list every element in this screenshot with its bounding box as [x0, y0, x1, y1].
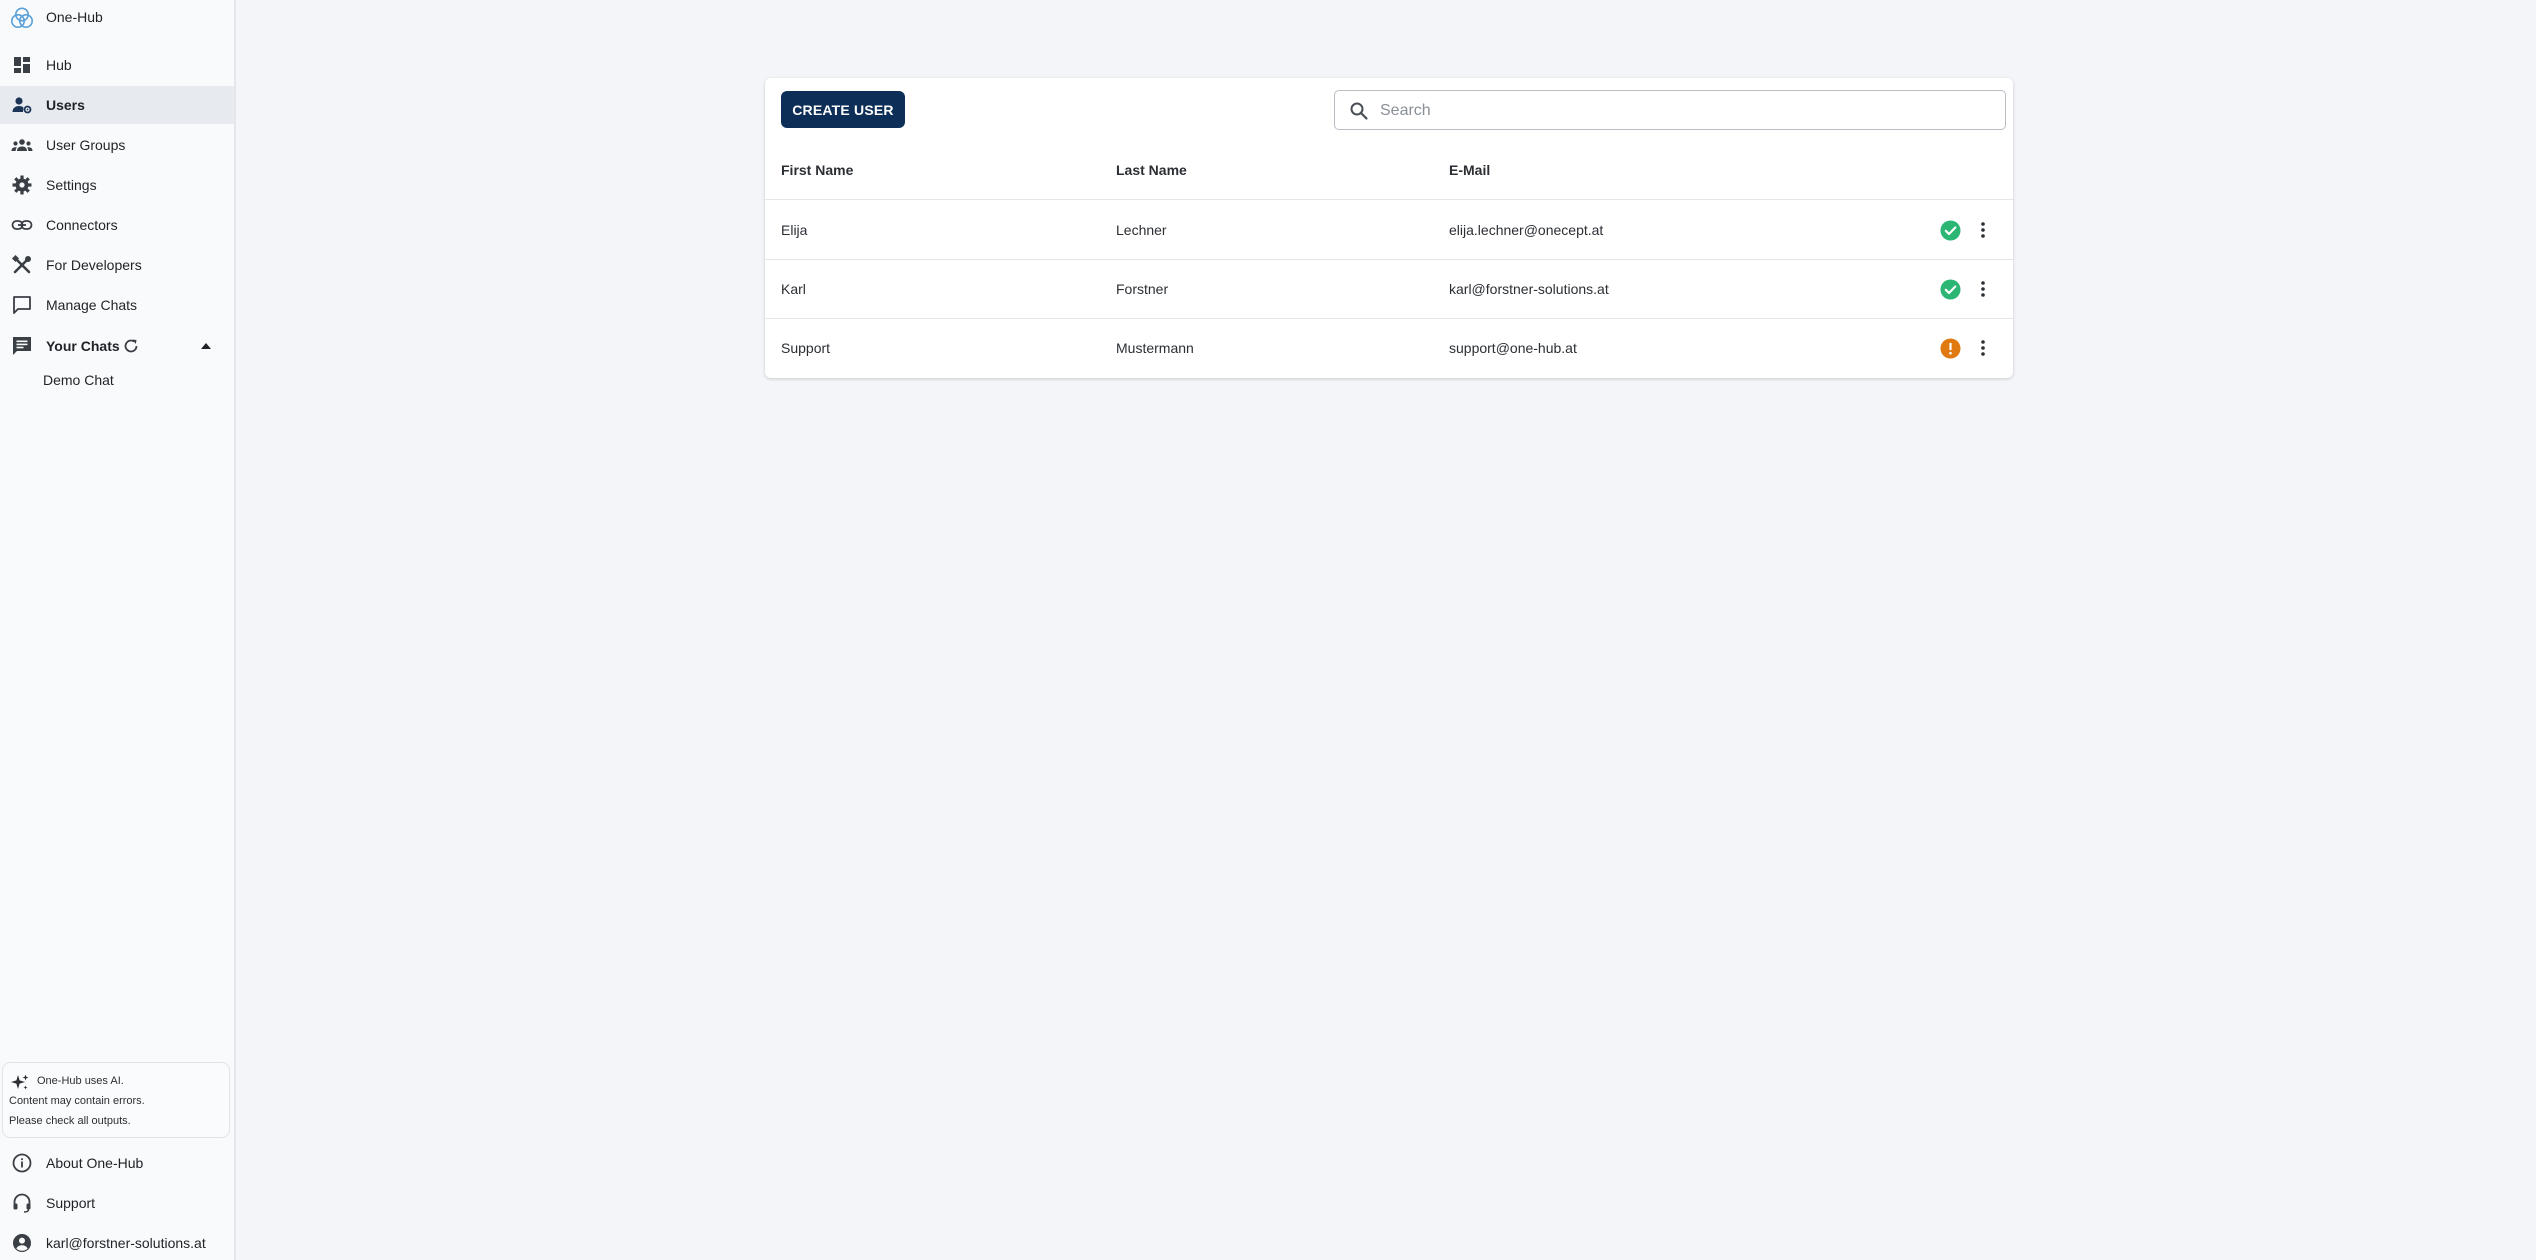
check-circle-icon [1940, 220, 1961, 241]
chat-lines-icon [11, 335, 33, 357]
ai-notice: One-Hub uses AI. Content may contain err… [2, 1062, 230, 1138]
search-input[interactable] [1380, 99, 1990, 123]
gear-icon [11, 174, 33, 196]
cell-last-name: Forstner [1116, 281, 1169, 297]
sidebar: One-Hub Hub Users User Groups Settings C… [0, 0, 236, 1260]
sidebar-item-label: For Developers [46, 257, 142, 273]
sidebar-item-user-groups[interactable]: User Groups [0, 126, 234, 164]
cell-email: support@one-hub.at [1449, 340, 1577, 356]
cell-first-name: Support [781, 340, 831, 356]
sidebar-item-your-chats[interactable]: Your Chats [0, 327, 234, 365]
chat-bubble-icon [11, 294, 33, 316]
check-circle-icon [1940, 279, 1961, 300]
sidebar-item-settings[interactable]: Settings [0, 166, 234, 204]
dashboard-icon [11, 54, 33, 76]
more-vert-icon[interactable] [1972, 337, 1994, 359]
account-label: karl@forstner-solutions.at [46, 1235, 206, 1251]
search-field[interactable] [1334, 90, 2006, 130]
sidebar-item-label: User Groups [46, 137, 126, 153]
brand[interactable]: One-Hub [0, 0, 236, 34]
sidebar-item-label: Users [46, 97, 85, 113]
ai-notice-line-1: One-Hub uses AI. [37, 1075, 124, 1087]
search-icon [1350, 102, 1368, 120]
more-vert-icon[interactable] [1972, 219, 1994, 241]
sidebar-item-account[interactable]: karl@forstner-solutions.at [0, 1224, 234, 1260]
sidebar-item-label: Settings [46, 177, 97, 193]
sidebar-item-support[interactable]: Support [0, 1184, 234, 1222]
groups-icon [11, 134, 33, 156]
warning-circle-icon [1940, 338, 1961, 359]
cell-first-name: Karl [781, 281, 806, 297]
sparkle-icon [11, 1074, 29, 1090]
headset-icon [11, 1192, 33, 1214]
cell-last-name: Mustermann [1116, 340, 1194, 356]
table-row[interactable]: Elija Lechner elija.lechner@onecept.at [765, 201, 2013, 260]
column-header-email[interactable]: E-Mail [1449, 162, 1490, 178]
sidebar-item-label: Manage Chats [46, 297, 138, 313]
column-header-first-name[interactable]: First Name [781, 162, 853, 178]
cell-email: karl@forstner-solutions.at [1449, 281, 1609, 297]
support-label: Support [46, 1195, 96, 1211]
sidebar-item-users[interactable]: Users [0, 86, 234, 124]
account-circle-icon [11, 1232, 33, 1254]
ai-notice-line-2: Content may contain errors. [9, 1095, 145, 1107]
sidebar-item-about[interactable]: About One-Hub [0, 1144, 234, 1182]
table-row[interactable]: Support Mustermann support@one-hub.at [765, 319, 2013, 378]
more-vert-icon[interactable] [1972, 278, 1994, 300]
cell-email: elija.lechner@onecept.at [1449, 222, 1604, 238]
cell-first-name: Elija [781, 222, 808, 238]
chevron-up-icon[interactable] [198, 339, 214, 353]
table-row[interactable]: Karl Forstner karl@forstner-solutions.at [765, 260, 2013, 319]
cell-last-name: Lechner [1116, 222, 1167, 238]
brand-name: One-Hub [46, 9, 103, 25]
sidebar-item-label: Connectors [46, 217, 118, 233]
chat-item-demo[interactable]: Demo Chat [43, 372, 114, 388]
refresh-icon[interactable] [122, 337, 140, 355]
tools-icon [11, 254, 33, 276]
ai-notice-line-3: Please check all outputs. [9, 1115, 131, 1127]
manage-accounts-icon [11, 94, 33, 116]
your-chats-label: Your Chats [46, 338, 120, 354]
sidebar-item-for-developers[interactable]: For Developers [0, 246, 234, 284]
info-icon [11, 1152, 33, 1174]
app-root: One-Hub Hub Users User Groups Settings C… [0, 0, 2536, 1260]
sidebar-item-label: Hub [46, 57, 72, 73]
sidebar-item-manage-chats[interactable]: Manage Chats [0, 286, 234, 324]
link-icon [11, 214, 33, 236]
about-label: About One-Hub [46, 1155, 144, 1171]
create-user-button[interactable]: CREATE USER [781, 91, 905, 128]
one-hub-logo-icon [11, 7, 33, 28]
sidebar-item-connectors[interactable]: Connectors [0, 206, 234, 244]
column-header-last-name[interactable]: Last Name [1116, 162, 1187, 178]
table-header: First Name Last Name E-Mail [765, 140, 2013, 200]
sidebar-item-hub[interactable]: Hub [0, 46, 234, 84]
users-card: CREATE USER First Name Last Name E-Mail … [765, 78, 2013, 378]
